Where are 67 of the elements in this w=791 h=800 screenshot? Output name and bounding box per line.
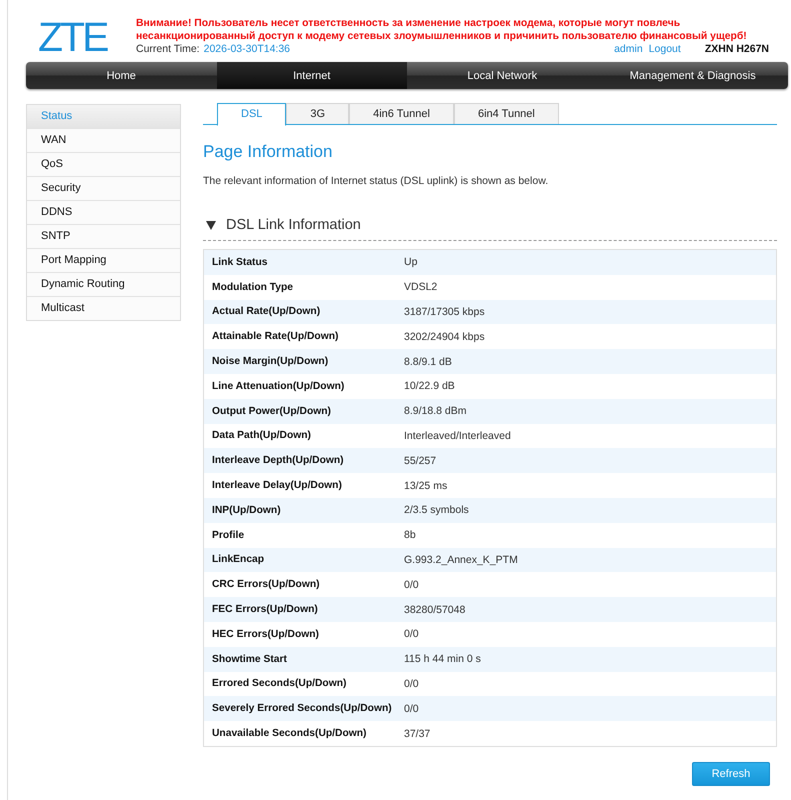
sidebar-item[interactable]: Security (27, 177, 180, 201)
field-value: 55/257 (404, 454, 436, 467)
sidebar-item[interactable]: SNTP (27, 225, 180, 249)
field-value: 10/22.9 dB (404, 380, 455, 392)
field-label: Actual Rate(Up/Down) (211, 306, 322, 318)
sidebar-item[interactable]: DDNS (27, 201, 180, 225)
field-value: 2/3.5 symbols (404, 504, 469, 516)
tab[interactable]: 3G (286, 103, 350, 124)
sidebar-item[interactable]: WAN (27, 129, 180, 153)
field-value: 8b (404, 529, 416, 542)
field-value: 0/0 (404, 628, 419, 640)
field-value: 3187/17305 kbps (404, 306, 485, 318)
field-value: 0/0 (404, 702, 419, 715)
nav-tab[interactable]: Management & Diagnosis (598, 62, 788, 89)
field-label: Output Power(Up/Down) (211, 406, 332, 417)
nav-tab[interactable]: Local Network (407, 62, 598, 89)
sidebar-item[interactable]: QoS (27, 153, 180, 177)
field-label: HEC Errors(Up/Down) (211, 628, 320, 640)
field-label: INP(Up/Down) (211, 504, 282, 516)
field-value: 38280/57048 (404, 604, 466, 616)
logout-link[interactable]: Logout (648, 43, 681, 56)
field-label: Severely Errored Seconds(Up/Down) (211, 703, 393, 714)
field-label: Link Status (211, 256, 268, 268)
field-value: 13/25 ms (404, 480, 448, 492)
section-title[interactable]: DSL Link Information (226, 217, 361, 233)
zte-logo: ZTE (38, 18, 108, 56)
caret-icon[interactable] (206, 220, 216, 230)
field-label: Errored Seconds(Up/Down) (211, 678, 348, 690)
field-label: CRC Errors(Up/Down) (211, 579, 321, 590)
page-title: Page Information (203, 142, 334, 162)
field-value: VDSL2 (404, 281, 438, 294)
field-value: Interleaved/Interleaved (404, 430, 511, 442)
current-time-label: Current Time: (136, 43, 200, 56)
username-link[interactable]: admin (614, 43, 643, 56)
field-value: 115 h 44 min 0 s (404, 653, 481, 666)
field-label: Unavailable Seconds(Up/Down) (211, 728, 368, 740)
warning-message: Внимание! Пользователь несет ответственность за изменение настроек модема, которые могут повлечь несанкционированный доступ к модему сетевых злоумышленников и причинить пользователю финансовый ущерб! (136, 17, 748, 43)
model-name: ZXHN H267N (704, 43, 769, 56)
tab[interactable]: DSL (217, 103, 286, 126)
field-value: 0/0 (404, 578, 419, 591)
field-label: Line Attenuation(Up/Down) (211, 380, 346, 392)
field-value: G.993.2_Annex_K_PTM (404, 554, 518, 566)
field-label: Profile (211, 530, 246, 541)
field-label: Data Path(Up/Down) (211, 430, 312, 442)
field-label: Noise Margin(Up/Down) (211, 356, 330, 368)
field-value: 8.9/18.8 dBm (404, 405, 466, 418)
current-time-value: 2026-03-30T14:36 (204, 43, 290, 56)
field-value: 37/37 (404, 728, 430, 740)
page-description: The relevant information of Internet status (DSL uplink) is shown as below. (203, 174, 550, 188)
field-value: 0/0 (404, 678, 419, 690)
field-label: Interleave Depth(Up/Down) (211, 455, 345, 466)
field-value: Up (404, 256, 418, 268)
sidebar-item[interactable]: Port Mapping (27, 249, 180, 273)
field-label: FEC Errors(Up/Down) (211, 604, 319, 616)
tab[interactable]: 4in6 Tunnel (349, 103, 454, 124)
field-label: Attainable Rate(Up/Down) (211, 331, 340, 342)
nav-tab[interactable]: Internet (216, 62, 407, 89)
sidebar-item[interactable]: Multicast (27, 297, 180, 320)
nav-tab[interactable]: Home (26, 62, 216, 89)
sidebar-item[interactable]: Dynamic Routing (27, 273, 180, 297)
field-value: 8.8/9.1 dB (404, 356, 452, 368)
field-value: 3202/24904 kbps (404, 330, 485, 343)
tab[interactable]: 6in4 Tunnel (454, 103, 559, 124)
field-label: Showtime Start (211, 654, 288, 665)
field-label: Modulation Type (211, 282, 294, 293)
field-label: LinkEncap (211, 554, 266, 566)
field-label: Interleave Delay(Up/Down) (211, 480, 343, 492)
